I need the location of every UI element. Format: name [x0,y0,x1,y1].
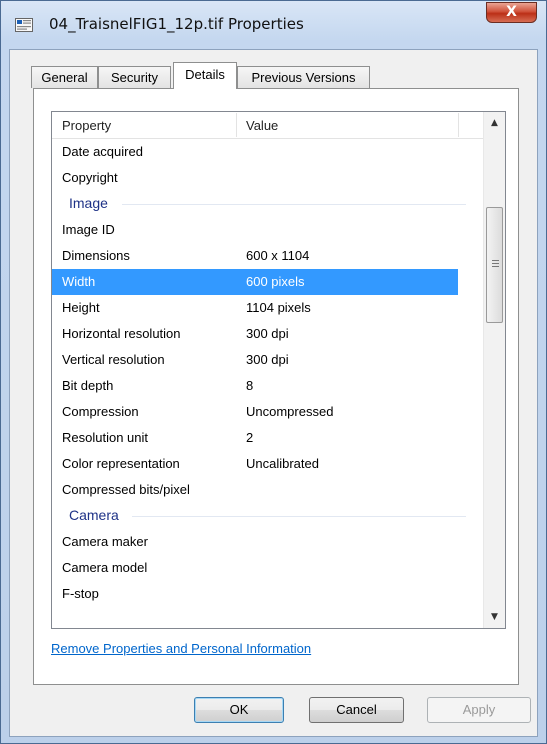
column-header-value[interactable]: Value [246,112,278,138]
apply-button[interactable]: Apply [427,697,531,723]
property-value: 600 pixels [246,274,305,289]
table-row[interactable]: F-stop [52,581,458,607]
property-value: Uncalibrated [246,456,319,471]
property-name: Horizontal resolution [62,326,181,341]
column-separator[interactable] [236,113,237,137]
vertical-scrollbar[interactable]: ▲ ▼ [483,112,505,628]
table-row[interactable]: Dimensions 600 x 1104 [52,243,458,269]
group-divider [132,516,466,517]
table-row[interactable]: Vertical resolution 300 dpi [52,347,458,373]
property-name: Compression [62,404,139,419]
group-header-label: Image [69,195,108,211]
table-row[interactable]: Resolution unit 2 [52,425,458,451]
property-value: 600 x 1104 [246,248,310,263]
property-value: 300 dpi [246,352,289,367]
close-button[interactable]: X [486,2,537,23]
cancel-button[interactable]: Cancel [309,697,404,723]
tab-details[interactable]: Details [173,62,237,89]
tab-general[interactable]: General [31,66,98,88]
up-arrow-icon[interactable]: ▲ [484,113,505,133]
group-header-image[interactable]: Image [52,191,472,217]
property-name: Date acquired [62,144,143,159]
title-bar[interactable]: 04_TraisnelFIG1_12p.tif Properties X [1,1,546,49]
table-row[interactable]: Date acquired [52,139,458,165]
properties-list[interactable]: Property Value Date acquired Copyright Ima… [51,111,506,629]
tab-previous-versions[interactable]: Previous Versions [237,66,370,88]
property-name: Image ID [62,222,115,237]
table-row[interactable]: Copyright [52,165,458,191]
table-row[interactable]: Color representation Uncalibrated [52,451,458,477]
property-name: Resolution unit [62,430,148,445]
table-row[interactable]: Bit depth 8 [52,373,458,399]
property-name: Color representation [62,456,180,471]
remove-properties-link[interactable]: Remove Properties and Personal Informati… [51,641,311,656]
property-name: Camera maker [62,534,148,549]
property-value: Uncompressed [246,404,334,419]
list-header: Property Value [52,112,486,139]
table-row[interactable]: Width 600 pixels [52,269,458,295]
property-value: 300 dpi [246,326,289,341]
scroll-thumb[interactable] [486,207,503,323]
property-name: Copyright [62,170,118,185]
tif-file-icon [15,18,33,32]
group-header-camera[interactable]: Camera [52,503,472,529]
group-header-label: Camera [69,507,119,523]
property-name: Height [62,300,100,315]
table-row[interactable]: Image ID [52,217,458,243]
grip-icon [492,260,499,267]
table-row[interactable]: Compressed bits/pixel [52,477,458,503]
tab-security[interactable]: Security [98,66,171,88]
down-arrow-icon[interactable]: ▼ [484,607,505,627]
column-separator[interactable] [458,113,459,137]
table-row[interactable]: Camera model [52,555,458,581]
property-name: Dimensions [62,248,130,263]
table-row[interactable]: Horizontal resolution 300 dpi [52,321,458,347]
property-name: F-stop [62,586,99,601]
group-divider [122,204,466,205]
property-name: Compressed bits/pixel [62,482,190,497]
property-name: Camera model [62,560,148,575]
property-value: 2 [246,430,254,445]
ok-button[interactable]: OK [194,697,284,723]
table-row[interactable]: Compression Uncompressed [52,399,458,425]
property-name: Width [62,274,96,289]
window-title: 04_TraisnelFIG1_12p.tif Properties [49,15,304,33]
close-icon: X [506,4,517,20]
table-row[interactable]: Height 1104 pixels [52,295,458,321]
property-name: Bit depth [62,378,114,393]
property-name: Vertical resolution [62,352,165,367]
column-header-property[interactable]: Property [62,112,111,138]
property-value: 8 [246,378,254,393]
table-row[interactable]: Camera maker [52,529,458,555]
property-value: 1104 pixels [246,300,311,315]
